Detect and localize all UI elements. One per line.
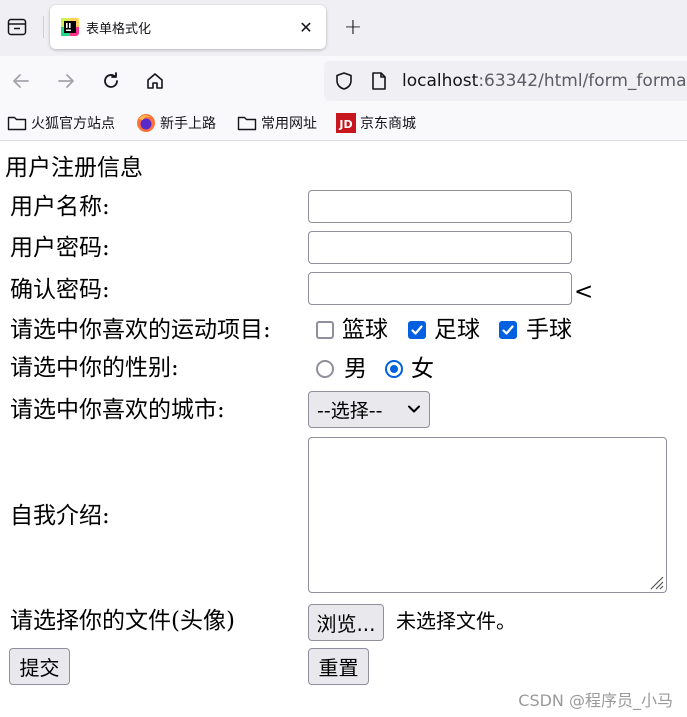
confirm-password-label: 确认密码: xyxy=(10,277,110,303)
forward-arrow-icon xyxy=(58,74,74,88)
back-arrow-icon xyxy=(13,74,29,88)
navigation-bar: localhost:63342/html/form_format xyxy=(0,56,687,106)
file-status: 未选择文件。 xyxy=(396,609,516,633)
chevron-down-icon xyxy=(408,405,420,413)
file-label: 请选择你的文件(头像) xyxy=(10,608,235,634)
firefox-icon xyxy=(136,113,156,133)
new-tab-icon[interactable]: + xyxy=(340,14,366,40)
submit-button[interactable]: 提交 xyxy=(9,648,70,685)
browse-file-button[interactable]: 浏览... xyxy=(308,604,384,641)
bookmark-label: 火狐官方站点 xyxy=(31,116,115,132)
handball-label: 手球 xyxy=(526,317,572,343)
watermark: CSDN @程序员_小马 xyxy=(518,691,673,710)
form-heading: 用户注册信息 xyxy=(5,155,143,181)
jetbrains-favicon-icon xyxy=(61,18,79,36)
tab-separator xyxy=(43,16,44,38)
tracking-shield-icon[interactable] xyxy=(334,71,354,91)
football-label: 足球 xyxy=(434,317,480,343)
sports-label: 请选中你喜欢的运动项目: xyxy=(10,317,271,343)
radio-female[interactable] xyxy=(385,360,403,378)
checkmark-icon xyxy=(502,325,514,335)
male-label: 男 xyxy=(344,356,367,382)
gender-label: 请选中你的性别: xyxy=(10,355,179,381)
city-select-value: --选择-- xyxy=(317,400,383,422)
home-button[interactable] xyxy=(142,68,168,94)
bookmark-label: 京东商城 xyxy=(360,116,416,132)
page-info-icon[interactable] xyxy=(370,71,388,91)
bookmark-common-sites[interactable]: 常用网址 xyxy=(237,113,317,133)
bookmark-label: 常用网址 xyxy=(261,116,317,132)
url-bar[interactable]: localhost:63342/html/form_format xyxy=(324,61,687,101)
checkbox-handball[interactable] xyxy=(499,321,517,339)
tab-list-icon xyxy=(7,18,27,36)
checkmark-icon xyxy=(411,325,423,335)
password-input[interactable] xyxy=(308,231,572,264)
page-content: 用户注册信息 用户名称: 用户密码: 确认密码: < 请选中你喜欢的运动项目: … xyxy=(0,141,687,717)
bookmark-firefox-official[interactable]: 火狐官方站点 xyxy=(7,113,115,133)
city-label: 请选中你喜欢的城市: xyxy=(10,397,225,423)
city-select[interactable]: --选择-- xyxy=(308,391,430,428)
back-button[interactable] xyxy=(8,68,34,94)
confirm-password-input[interactable] xyxy=(308,272,572,305)
tab-close-icon[interactable]: ✕ xyxy=(296,17,316,37)
intro-textarea[interactable] xyxy=(308,437,667,593)
checkbox-basketball[interactable] xyxy=(316,321,334,339)
checkbox-football[interactable] xyxy=(408,321,426,339)
svg-text:JD: JD xyxy=(338,118,352,131)
url-path: :63342/html/form_format xyxy=(478,71,687,91)
tab-title: 表单格式化 xyxy=(86,22,152,37)
stray-character: < xyxy=(574,279,594,305)
female-label: 女 xyxy=(411,356,434,382)
browser-tab[interactable]: 表单格式化 ✕ xyxy=(50,5,326,49)
home-icon xyxy=(147,73,163,89)
bookmark-jd-mall[interactable]: JD 京东商城 xyxy=(336,113,416,133)
folder-icon xyxy=(7,115,27,131)
bookmark-getting-started[interactable]: 新手上路 xyxy=(136,113,216,133)
basketball-label: 篮球 xyxy=(342,317,388,343)
intro-label: 自我介绍: xyxy=(10,503,110,529)
username-label: 用户名称: xyxy=(10,194,110,220)
reload-button[interactable] xyxy=(98,68,124,94)
reset-button[interactable]: 重置 xyxy=(308,648,369,685)
resize-grip-icon[interactable] xyxy=(648,574,664,590)
jd-icon: JD xyxy=(336,113,356,133)
tab-strip: 表单格式化 ✕ + xyxy=(0,0,687,56)
reload-icon xyxy=(104,72,118,88)
username-input[interactable] xyxy=(308,190,572,223)
bookmarks-toolbar: 火狐官方站点 新手上路 常用网址 JD 京东商城 xyxy=(0,106,687,141)
forward-button[interactable] xyxy=(53,68,79,94)
folder-icon xyxy=(237,115,257,131)
url-host: localhost xyxy=(402,71,479,91)
bookmark-label: 新手上路 xyxy=(160,116,216,132)
password-label: 用户密码: xyxy=(10,235,110,261)
radio-male[interactable] xyxy=(316,360,334,378)
tab-list-button[interactable] xyxy=(4,14,30,40)
url-text[interactable]: localhost:63342/html/form_format xyxy=(402,71,687,91)
